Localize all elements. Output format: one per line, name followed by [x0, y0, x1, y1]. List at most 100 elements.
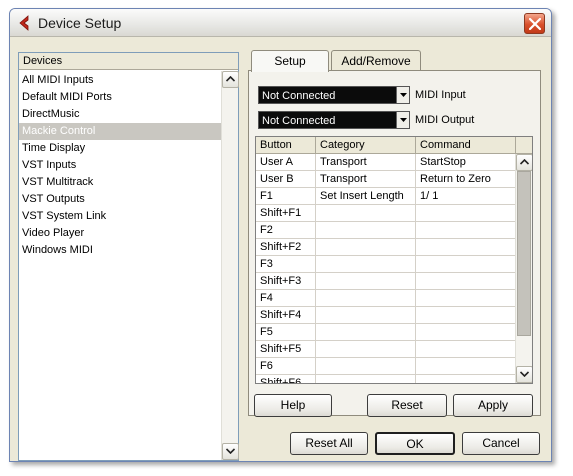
chevron-down-icon: [400, 93, 407, 97]
cell-button[interactable]: Shift+F1: [256, 205, 316, 222]
devices-header: Devices: [19, 53, 238, 70]
cell-category[interactable]: [316, 375, 416, 383]
cell-category[interactable]: Set Insert Length: [316, 188, 416, 205]
cell-command[interactable]: [416, 307, 516, 324]
midi-input-dropdown-button[interactable]: [396, 87, 409, 103]
table-row[interactable]: F2: [256, 222, 516, 239]
device-item[interactable]: Windows MIDI: [19, 242, 222, 259]
scroll-down-button[interactable]: [222, 443, 239, 460]
table-row[interactable]: F5: [256, 324, 516, 341]
cell-command[interactable]: [416, 341, 516, 358]
cell-command[interactable]: [416, 222, 516, 239]
cell-category[interactable]: [316, 205, 416, 222]
table-row[interactable]: Shift+F3: [256, 273, 516, 290]
scroll-down-button[interactable]: [516, 366, 532, 383]
devices-scrollbar[interactable]: [221, 71, 239, 460]
ok-button[interactable]: OK: [375, 432, 455, 455]
midi-output-select[interactable]: Not Connected: [258, 111, 410, 129]
device-item[interactable]: Video Player: [19, 225, 222, 242]
cell-command[interactable]: [416, 324, 516, 341]
help-button[interactable]: Help: [254, 394, 332, 417]
cell-command[interactable]: [416, 239, 516, 256]
cell-category[interactable]: [316, 273, 416, 290]
cell-category[interactable]: Transport: [316, 154, 416, 171]
cell-category[interactable]: [316, 239, 416, 256]
cell-category[interactable]: [316, 358, 416, 375]
cell-button[interactable]: Shift+F5: [256, 341, 316, 358]
cell-button[interactable]: Shift+F3: [256, 273, 316, 290]
cell-command[interactable]: Return to Zero: [416, 171, 516, 188]
cell-command[interactable]: [416, 205, 516, 222]
cell-button[interactable]: Shift+F4: [256, 307, 316, 324]
apply-button[interactable]: Apply: [453, 394, 533, 417]
cell-command[interactable]: StartStop: [416, 154, 516, 171]
table-header: Button Category Command: [256, 137, 532, 154]
table-scrollbar[interactable]: [515, 154, 532, 383]
chevron-up-icon: [226, 76, 235, 82]
table-row[interactable]: User A Transport StartStop: [256, 154, 516, 171]
scroll-up-button[interactable]: [222, 71, 239, 88]
cell-category[interactable]: [316, 222, 416, 239]
device-item[interactable]: Time Display: [19, 140, 222, 157]
device-item[interactable]: DirectMusic: [19, 106, 222, 123]
cell-category[interactable]: [316, 307, 416, 324]
cell-button[interactable]: User A: [256, 154, 316, 171]
device-item[interactable]: VST Inputs: [19, 157, 222, 174]
table-row[interactable]: Shift+F2: [256, 239, 516, 256]
device-item[interactable]: VST Multitrack: [19, 174, 222, 191]
cell-button[interactable]: F4: [256, 290, 316, 307]
device-item[interactable]: Default MIDI Ports: [19, 89, 222, 106]
table-row[interactable]: F4: [256, 290, 516, 307]
cell-command[interactable]: [416, 273, 516, 290]
table-row[interactable]: Shift+F5: [256, 341, 516, 358]
midi-output-dropdown-button[interactable]: [396, 112, 409, 128]
reset-all-button[interactable]: Reset All: [290, 432, 368, 455]
device-item[interactable]: VST System Link: [19, 208, 222, 225]
devices-list-panel: Devices All MIDI Inputs Default MIDI Port…: [18, 52, 239, 461]
cell-command[interactable]: 1/ 1: [416, 188, 516, 205]
cell-command[interactable]: [416, 358, 516, 375]
devices-list: All MIDI Inputs Default MIDI Ports DirectM…: [19, 72, 222, 259]
tab-setup[interactable]: Setup: [251, 50, 329, 72]
table-row[interactable]: Shift+F4: [256, 307, 516, 324]
close-button[interactable]: [524, 13, 545, 34]
table-row[interactable]: User B Transport Return to Zero: [256, 171, 516, 188]
table-row[interactable]: F1 Set Insert Length 1/ 1: [256, 188, 516, 205]
chevron-up-icon: [520, 159, 529, 165]
cell-button[interactable]: F6: [256, 358, 316, 375]
table-row[interactable]: Shift+F6: [256, 375, 516, 383]
cell-command[interactable]: [416, 290, 516, 307]
column-header-category[interactable]: Category: [316, 137, 416, 154]
scroll-up-button[interactable]: [516, 154, 532, 171]
table-row[interactable]: Shift+F1: [256, 205, 516, 222]
table-row[interactable]: F3: [256, 256, 516, 273]
cell-button[interactable]: F1: [256, 188, 316, 205]
column-header-button[interactable]: Button: [256, 137, 316, 154]
cell-category[interactable]: [316, 290, 416, 307]
cell-button[interactable]: F2: [256, 222, 316, 239]
button-assignment-table: Button Category Command User A Transport S…: [255, 136, 533, 384]
cell-button[interactable]: Shift+F6: [256, 375, 316, 383]
cell-button[interactable]: F3: [256, 256, 316, 273]
scroll-thumb[interactable]: [517, 171, 531, 336]
device-item[interactable]: All MIDI Inputs: [19, 72, 222, 89]
tab-add-remove[interactable]: Add/Remove: [331, 50, 421, 71]
cell-button[interactable]: User B: [256, 171, 316, 188]
cell-button[interactable]: Shift+F2: [256, 239, 316, 256]
cell-command[interactable]: [416, 375, 516, 383]
cancel-button[interactable]: Cancel: [462, 432, 540, 455]
device-item[interactable]: Mackie Control: [19, 123, 222, 140]
title-bar[interactable]: Device Setup: [10, 9, 551, 37]
device-item[interactable]: VST Outputs: [19, 191, 222, 208]
column-header-command[interactable]: Command: [416, 137, 516, 154]
cell-command[interactable]: [416, 256, 516, 273]
cell-category[interactable]: [316, 324, 416, 341]
cell-category[interactable]: Transport: [316, 171, 416, 188]
table-row[interactable]: F6: [256, 358, 516, 375]
dialog-content: Devices All MIDI Inputs Default MIDI Port…: [10, 38, 551, 461]
cell-category[interactable]: [316, 256, 416, 273]
cell-button[interactable]: F5: [256, 324, 316, 341]
cell-category[interactable]: [316, 341, 416, 358]
midi-input-select[interactable]: Not Connected: [258, 86, 410, 104]
reset-button[interactable]: Reset: [367, 394, 447, 417]
